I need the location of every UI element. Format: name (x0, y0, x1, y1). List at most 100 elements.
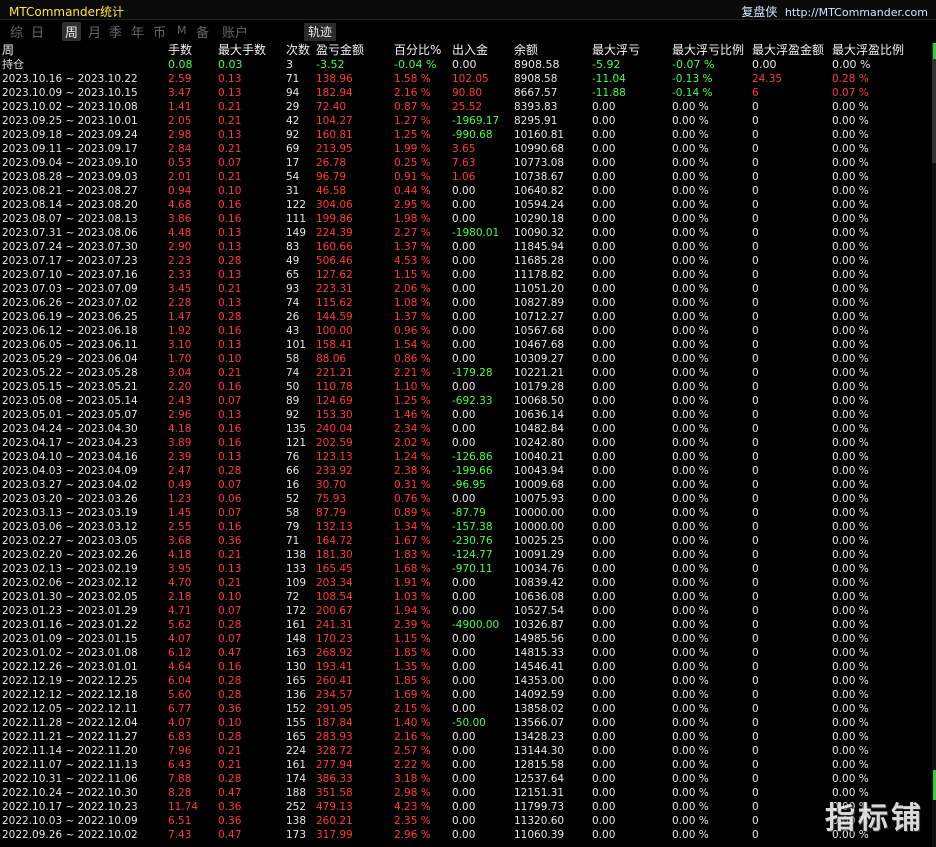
table-row[interactable]: 2023.04.03 ~ 2023.04.09 2.47 0.28 66 233.92 2… (0, 464, 923, 478)
table-row[interactable]: 2023.03.06 ~ 2023.03.12 2.55 0.16 79 132.13 1… (0, 520, 923, 534)
table-cell: 0.00 (452, 689, 476, 701)
column-header[interactable]: 周 (0, 43, 166, 58)
table-row[interactable]: 2023.01.09 ~ 2023.01.15 4.07 0.07 148 170.23… (0, 632, 923, 646)
table-row[interactable]: 2023.02.27 ~ 2023.03.05 3.68 0.36 71 164.72 1… (0, 534, 923, 548)
table-row[interactable]: 2023.08.28 ~ 2023.09.03 2.01 0.21 54 96.79 0.… (0, 170, 923, 184)
table-row[interactable]: 2023.03.27 ~ 2023.04.02 0.49 0.07 16 30.70 0.… (0, 478, 923, 492)
table-row[interactable]: 2023.09.18 ~ 2023.09.24 2.98 0.13 92 160.81 1… (0, 128, 923, 142)
table-row[interactable]: 2023.05.22 ~ 2023.05.28 3.04 0.21 74 221.21 2… (0, 366, 923, 380)
table-row[interactable]: 2023.04.24 ~ 2023.04.30 4.18 0.16 135 240.04… (0, 422, 923, 436)
column-header[interactable]: 次数 (284, 43, 314, 58)
table-row[interactable]: 2023.09.04 ~ 2023.09.10 0.53 0.07 17 26.78 0.… (0, 156, 923, 170)
table-row[interactable]: 2023.03.13 ~ 2023.03.19 1.45 0.07 58 87.79 0.… (0, 506, 923, 520)
table-row[interactable]: 2022.10.17 ~ 2022.10.23 11.74 0.36 252 479.1… (0, 800, 923, 814)
table-row[interactable]: 2023.07.17 ~ 2023.07.23 2.23 0.28 49 506.46 4… (0, 254, 923, 268)
week-range-cell: 2022.11.14 ~ 2022.11.20 (2, 745, 138, 757)
table-cell: 121 (286, 437, 307, 449)
table-row[interactable]: 2022.10.24 ~ 2022.10.30 8.28 0.47 188 351.58… (0, 786, 923, 800)
table-row[interactable]: 2023.01.16 ~ 2023.01.22 5.62 0.28 161 241.31… (0, 618, 923, 632)
table-cell: 0.00 % (672, 143, 709, 155)
column-header[interactable]: 余额 (512, 43, 590, 58)
table-row[interactable]: 2023.07.10 ~ 2023.07.16 2.33 0.13 65 127.62 1… (0, 268, 923, 282)
column-header[interactable]: 最大浮盈金额 (750, 43, 830, 58)
table-row[interactable]: 2023.04.10 ~ 2023.04.16 2.39 0.13 76 123.13 1… (0, 450, 923, 464)
tab-0[interactable]: 综 (10, 22, 23, 41)
table-cell: 291.95 (316, 703, 353, 715)
table-cell: 148 (286, 633, 307, 645)
table-row[interactable]: 2023.01.02 ~ 2023.01.08 6.12 0.47 163 268.92… (0, 646, 923, 660)
table-row[interactable]: 2023.09.25 ~ 2023.10.01 2.05 0.21 42 104.27 1… (0, 114, 923, 128)
table-row[interactable]: 2023.01.23 ~ 2023.01.29 4.71 0.07 172 200.67… (0, 604, 923, 618)
table-row[interactable]: 2022.12.12 ~ 2022.12.18 5.60 0.28 136 234.57… (0, 688, 923, 702)
table-cell: 153.30 (316, 409, 353, 421)
brand-link[interactable]: 复盘侠 http://MTCommander.com (741, 3, 928, 20)
table-row[interactable]: 2023.02.20 ~ 2023.02.26 4.18 0.21 138 181.30… (0, 548, 923, 562)
tab-4[interactable]: 季 (109, 22, 122, 41)
column-header[interactable]: 出入金 (450, 43, 512, 58)
table-row[interactable]: 2023.04.17 ~ 2023.04.23 3.89 0.16 121 202.59… (0, 436, 923, 450)
tab-8[interactable]: 备 (196, 22, 209, 41)
tab-9[interactable]: 账户 (222, 22, 248, 41)
table-row[interactable]: 2023.05.08 ~ 2023.05.14 2.43 0.07 89 124.69 1… (0, 394, 923, 408)
table-row[interactable]: 2023.10.16 ~ 2023.10.22 2.59 0.13 71 138.96 1… (0, 72, 923, 86)
table-row[interactable]: 2023.05.01 ~ 2023.05.07 2.96 0.13 92 153.30 1… (0, 408, 923, 422)
table-row[interactable]: 2023.03.20 ~ 2023.03.26 1.23 0.06 52 75.93 0.… (0, 492, 923, 506)
table-cell: 0.00 % (672, 339, 709, 351)
table-row[interactable]: 2023.09.11 ~ 2023.09.17 2.84 0.21 69 213.95 1… (0, 142, 923, 156)
holding-row[interactable]: 持仓 0.08 0.03 3 -3.52 -0.04 % 0.00 8908.58 -5.92 -… (0, 58, 923, 72)
vertical-scrollbar[interactable] (932, 43, 936, 847)
table-row[interactable]: 2023.06.19 ~ 2023.06.25 1.47 0.28 26 144.59 1… (0, 310, 923, 324)
tab-1[interactable]: 日 (31, 22, 44, 41)
column-header[interactable]: 手数 (166, 43, 216, 58)
column-header[interactable]: 最大手数 (216, 43, 284, 58)
tab-7[interactable]: M (177, 24, 187, 37)
table-row[interactable]: 2023.07.24 ~ 2023.07.30 2.90 0.13 83 160.66 1… (0, 240, 923, 254)
table-row[interactable]: 2023.02.06 ~ 2023.02.12 4.70 0.21 109 203.34… (0, 576, 923, 590)
table-row[interactable]: 2022.10.31 ~ 2022.11.06 7.88 0.28 174 386.33… (0, 772, 923, 786)
column-header[interactable]: 最大浮亏比例 (670, 43, 750, 58)
table-cell: 0.00 (592, 241, 616, 253)
table-cell: 0.00 % (832, 171, 869, 183)
column-header[interactable]: 百分比% (392, 43, 450, 58)
track-button[interactable]: 轨迹 (304, 23, 337, 41)
table-row[interactable]: 2023.06.05 ~ 2023.06.11 3.10 0.13 101 158.41… (0, 338, 923, 352)
table-row[interactable]: 2022.11.14 ~ 2022.11.20 7.96 0.21 224 328.72… (0, 744, 923, 758)
table-row[interactable]: 2023.06.26 ~ 2023.07.02 2.28 0.13 74 115.62 1… (0, 296, 923, 310)
column-header[interactable]: 最大浮亏 (590, 43, 670, 58)
table-row[interactable]: 2023.08.07 ~ 2023.08.13 3.86 0.16 111 199.86… (0, 212, 923, 226)
table-row[interactable]: 2023.08.21 ~ 2023.08.27 0.94 0.10 31 46.58 0.… (0, 184, 923, 198)
tab-2[interactable]: 周 (62, 22, 82, 41)
table-row[interactable]: 2023.10.09 ~ 2023.10.15 3.47 0.13 94 182.94 2… (0, 86, 923, 100)
scrollbar-thumb[interactable] (932, 43, 936, 163)
table-row[interactable]: 2023.06.12 ~ 2023.06.18 1.92 0.16 43 100.00 0… (0, 324, 923, 338)
tab-3[interactable]: 月 (88, 22, 101, 41)
table-row[interactable]: 2023.08.14 ~ 2023.08.20 4.68 0.16 122 304.06… (0, 198, 923, 212)
table-row[interactable]: 2023.02.13 ~ 2023.02.19 3.95 0.13 133 165.45… (0, 562, 923, 576)
table-cell: 31 (286, 185, 300, 197)
table-row[interactable]: 2022.10.03 ~ 2022.10.09 6.51 0.36 138 260.21… (0, 814, 923, 828)
table-row[interactable]: 2022.11.07 ~ 2022.11.13 6.43 0.21 161 277.94… (0, 758, 923, 772)
table-row[interactable]: 2023.05.15 ~ 2023.05.21 2.20 0.16 50 110.78 1… (0, 380, 923, 394)
table-row[interactable]: 2022.12.19 ~ 2022.12.25 6.04 0.28 165 260.41… (0, 674, 923, 688)
table-row[interactable]: 2023.07.31 ~ 2023.08.06 4.48 0.13 149 224.39… (0, 226, 923, 240)
table-cell: 3.86 (168, 213, 192, 225)
brand-url[interactable]: http://MTCommander.com (785, 6, 928, 19)
table-cell: 10326.87 (514, 619, 565, 631)
table-row[interactable]: 2022.12.26 ~ 2023.01.01 4.64 0.16 130 193.41… (0, 660, 923, 674)
table-cell: 0.00 % (672, 129, 709, 141)
table-row[interactable]: 2022.11.28 ~ 2022.12.04 4.07 0.10 155 187.84… (0, 716, 923, 730)
table-row[interactable]: 2022.11.21 ~ 2022.11.27 6.83 0.28 165 283.93… (0, 730, 923, 744)
table-row[interactable]: 2022.12.05 ~ 2022.12.11 6.77 0.36 152 291.95… (0, 702, 923, 716)
table-row[interactable]: 2023.07.03 ~ 2023.07.09 3.45 0.21 93 223.31 2… (0, 282, 923, 296)
table-row[interactable]: 2023.05.29 ~ 2023.06.04 1.70 0.10 58 88.06 0.… (0, 352, 923, 366)
tab-5[interactable]: 年 (131, 22, 144, 41)
column-header[interactable]: 盈亏金额 (314, 43, 392, 58)
table-row[interactable]: 2023.01.30 ~ 2023.02.05 2.18 0.10 72 108.54 1… (0, 590, 923, 604)
tab-6[interactable]: 币 (153, 22, 166, 41)
table-row[interactable]: 2023.10.02 ~ 2023.10.08 1.41 0.21 29 72.40 0.… (0, 100, 923, 114)
column-header[interactable]: 最大浮盈比例 (830, 43, 923, 58)
table-cell: 3.68 (168, 535, 192, 547)
table-cell: 0.00 (452, 577, 476, 589)
table-cell: 4.48 (168, 227, 192, 239)
table-row[interactable]: 2022.09.26 ~ 2022.10.02 7.43 0.47 173 317.99… (0, 828, 923, 842)
